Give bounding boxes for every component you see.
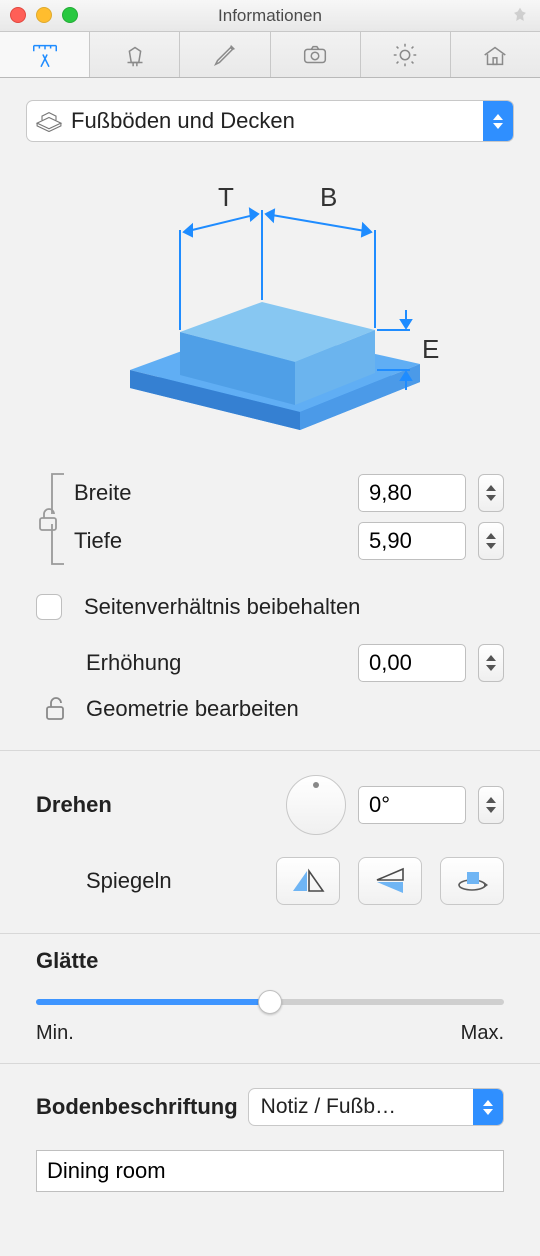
window-traffic-lights: [10, 7, 78, 23]
window-title: Informationen: [218, 6, 322, 26]
titlebar: Informationen: [0, 0, 540, 32]
rotate-3d-button[interactable]: [440, 857, 504, 905]
floor-labeling-title: Bodenbeschriftung: [36, 1094, 238, 1120]
tab-materials[interactable]: [90, 32, 180, 77]
floor-labeling-select-label: Notiz / Fußb…: [249, 1095, 473, 1119]
tab-lighting[interactable]: [361, 32, 451, 77]
rotate-title: Drehen: [36, 792, 274, 818]
floor-cube-icon: [27, 110, 71, 132]
tiefe-label: Tiefe: [74, 528, 346, 554]
rotation-dial[interactable]: [286, 775, 346, 835]
select-stepper-icon: [473, 1089, 503, 1125]
category-select-wrap: Fußböden und Decken: [0, 78, 540, 160]
dimensions-diagram: T B E: [0, 160, 540, 450]
smooth-max-label: Max.: [461, 1022, 504, 1045]
category-label: Fußböden und Decken: [71, 108, 483, 134]
tab-building[interactable]: [451, 32, 540, 77]
link-bracket-icon: [38, 464, 72, 576]
keep-ratio-checkbox[interactable]: [36, 594, 62, 620]
section-dimensions: Breite Tiefe Seitenverhältnis beibehalte…: [0, 450, 540, 751]
zoom-window-button[interactable]: [62, 7, 78, 23]
keep-ratio-label: Seitenverhältnis beibehalten: [84, 594, 504, 620]
smooth-min-label: Min.: [36, 1022, 74, 1045]
lock-open-icon[interactable]: [36, 697, 74, 721]
diagram-label-e: E: [422, 334, 439, 364]
section-rotate: Drehen Spiegeln: [0, 751, 540, 934]
select-stepper-icon: [483, 101, 513, 141]
mirror-horizontal-button[interactable]: [276, 857, 340, 905]
edit-geometry-label: Geometrie bearbeiten: [86, 696, 504, 722]
tab-camera[interactable]: [271, 32, 361, 77]
smooth-title: Glätte: [36, 948, 504, 974]
smooth-slider[interactable]: [36, 992, 504, 1012]
mirror-vertical-button[interactable]: [358, 857, 422, 905]
section-smooth: Glätte Min. Max.: [0, 934, 540, 1064]
diagram-label-b: B: [320, 182, 337, 212]
close-window-button[interactable]: [10, 7, 26, 23]
mirror-label: Spiegeln: [86, 868, 264, 894]
inspector-tabstrip: [0, 32, 540, 78]
rotation-stepper[interactable]: [478, 786, 504, 824]
pin-icon[interactable]: [512, 7, 528, 28]
rotation-input[interactable]: [358, 786, 466, 824]
erhoehung-label: Erhöhung: [86, 650, 346, 676]
tab-edit[interactable]: [180, 32, 270, 77]
floor-labeling-input[interactable]: [36, 1150, 504, 1192]
section-floor-labeling: Bodenbeschriftung Notiz / Fußb…: [0, 1064, 540, 1210]
erhoehung-stepper[interactable]: [478, 644, 504, 682]
breite-label: Breite: [74, 480, 346, 506]
tab-measurements[interactable]: [0, 32, 90, 77]
diagram-label-t: T: [218, 182, 234, 212]
tiefe-stepper[interactable]: [478, 522, 504, 560]
breite-stepper[interactable]: [478, 474, 504, 512]
erhoehung-input[interactable]: [358, 644, 466, 682]
breite-input[interactable]: [358, 474, 466, 512]
category-select[interactable]: Fußböden und Decken: [26, 100, 514, 142]
minimize-window-button[interactable]: [36, 7, 52, 23]
floor-labeling-select[interactable]: Notiz / Fußb…: [248, 1088, 504, 1126]
tiefe-input[interactable]: [358, 522, 466, 560]
